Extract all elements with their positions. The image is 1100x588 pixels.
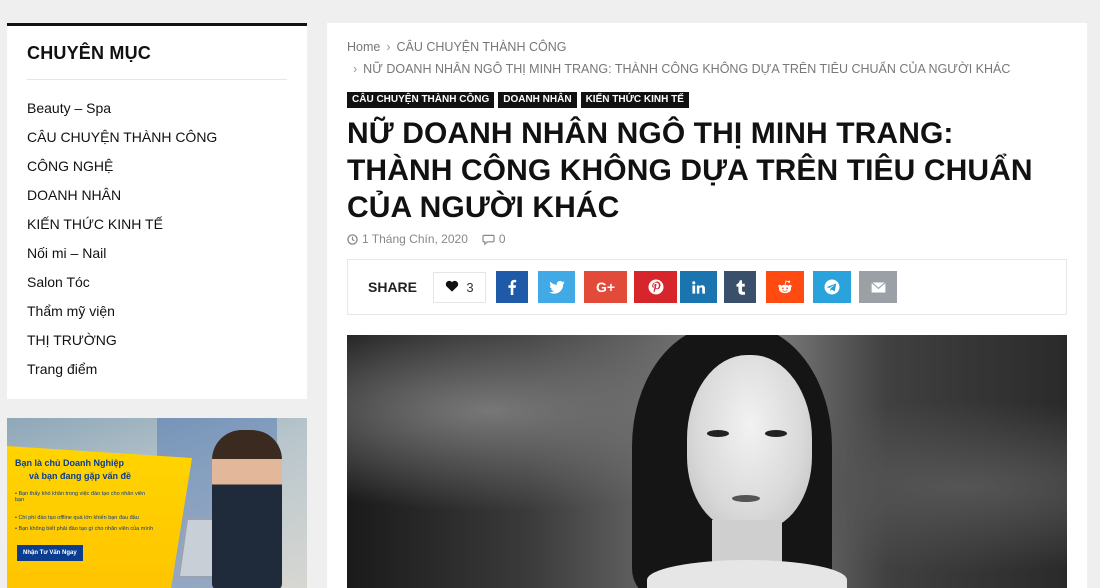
category-link[interactable]: Salon Tóc [27,272,217,301]
category-link[interactable]: DOANH NHÂN [27,185,217,214]
share-telegram-button[interactable] [813,271,851,303]
image-subject-eye [707,430,729,437]
ad-bullet: • Bạn không biết phải đào tạo gì cho nhâ… [15,526,153,532]
image-subject-eye [765,430,787,437]
share-pinterest-button[interactable] [634,271,677,303]
ad-headline: Bạn là chủ Doanh Nghiệp [15,458,125,468]
category-link[interactable]: Nối mi – Nail [27,243,217,272]
article-title: NỮ DOANH NHÂN NGÔ THỊ MINH TRANG: THÀNH … [347,117,1033,224]
tumblr-icon [735,279,745,295]
article-featured-image [347,335,1067,588]
share-google-plus-button[interactable]: G+ [584,271,627,303]
category-link[interactable]: KIẾN THỨC KINH TẾ [27,214,217,243]
share-bar: SHARE 3 G+ [347,259,1067,315]
category-list: Beauty – Spa CÂU CHUYỆN THÀNH CÔNG CÔNG … [27,98,217,388]
share-twitter-button[interactable] [538,271,575,303]
heart-icon [445,280,459,295]
sidebar-ad-banner[interactable]: Bạn là chủ Doanh Nghiệp và bạn đang gặp … [7,418,307,588]
email-icon [870,281,886,293]
breadcrumb-current-row: › NỮ DOANH NHÂN NGÔ THỊ MINH TRANG: THÀNH… [353,62,1010,76]
reddit-icon [778,280,792,294]
like-button[interactable]: 3 [433,272,486,303]
share-label: SHARE [368,279,418,295]
category-widget: CHUYÊN MỤC Beauty – Spa CÂU CHUYỆN THÀNH… [7,23,307,399]
ad-headline: và bạn đang gặp vấn đề [29,471,132,481]
share-facebook-button[interactable] [496,271,528,303]
google-plus-icon: G+ [595,279,616,295]
tag-link[interactable]: DOANH NHÂN [498,92,577,108]
chevron-right-icon: › [386,40,391,54]
pinterest-icon [648,279,663,295]
facebook-icon [508,279,517,295]
comment-count[interactable]: 0 [499,232,506,246]
breadcrumb-current: NỮ DOANH NHÂN NGÔ THỊ MINH TRANG: THÀNH … [363,62,1011,76]
article-tags: CÂU CHUYỆN THÀNH CÔNG DOANH NHÂN KIẾN TH… [347,92,689,108]
clock-icon [347,233,358,245]
category-link[interactable]: Thẩm mỹ viện [27,301,217,330]
share-reddit-button[interactable] [766,271,804,303]
ad-businessman-illustration [212,430,282,588]
category-link[interactable]: CÂU CHUYỆN THÀNH CÔNG [27,127,217,156]
category-link[interactable]: Beauty – Spa [27,98,217,127]
article-meta: 1 Tháng Chín, 2020 0 [347,232,506,246]
image-subject-face [687,355,812,530]
category-link[interactable]: Trang điểm [27,359,217,388]
share-linkedin-button[interactable] [680,271,717,303]
chevron-right-icon: › [353,62,358,76]
share-tumblr-button[interactable] [724,271,756,303]
breadcrumb: Home › CÂU CHUYỆN THÀNH CÔNG [347,40,566,54]
ad-bullet: • Chi phí đào tạo offline quá lớn khiến … [15,515,139,521]
image-subject-lips [732,495,760,502]
category-link[interactable]: THỊ TRƯỜNG [27,330,217,359]
ad-cta-button[interactable]: Nhận Tư Vấn Ngay [17,545,83,561]
linkedin-icon [692,280,705,294]
tag-link[interactable]: CÂU CHUYỆN THÀNH CÔNG [347,92,495,108]
breadcrumb-category[interactable]: CÂU CHUYỆN THÀNH CÔNG [397,40,567,54]
article-date: 1 Tháng Chín, 2020 [362,232,468,246]
share-email-button[interactable] [859,271,897,303]
twitter-icon [548,280,565,294]
ad-bullet: • Bạn thấy khó khăn trong việc đào tạo c… [15,491,146,503]
breadcrumb-home[interactable]: Home [347,40,380,54]
telegram-icon [824,279,840,295]
tag-link[interactable]: KIẾN THỨC KINH TẾ [580,92,689,108]
widget-divider [27,79,287,80]
comment-icon[interactable] [482,234,495,245]
article-card: Home › CÂU CHUYỆN THÀNH CÔNG › NỮ DOANH NHÂ… [327,23,1087,588]
widget-title: CHUYÊN MỤC [27,43,152,63]
category-link[interactable]: CÔNG NGHỆ [27,156,217,185]
like-count: 3 [466,280,474,295]
